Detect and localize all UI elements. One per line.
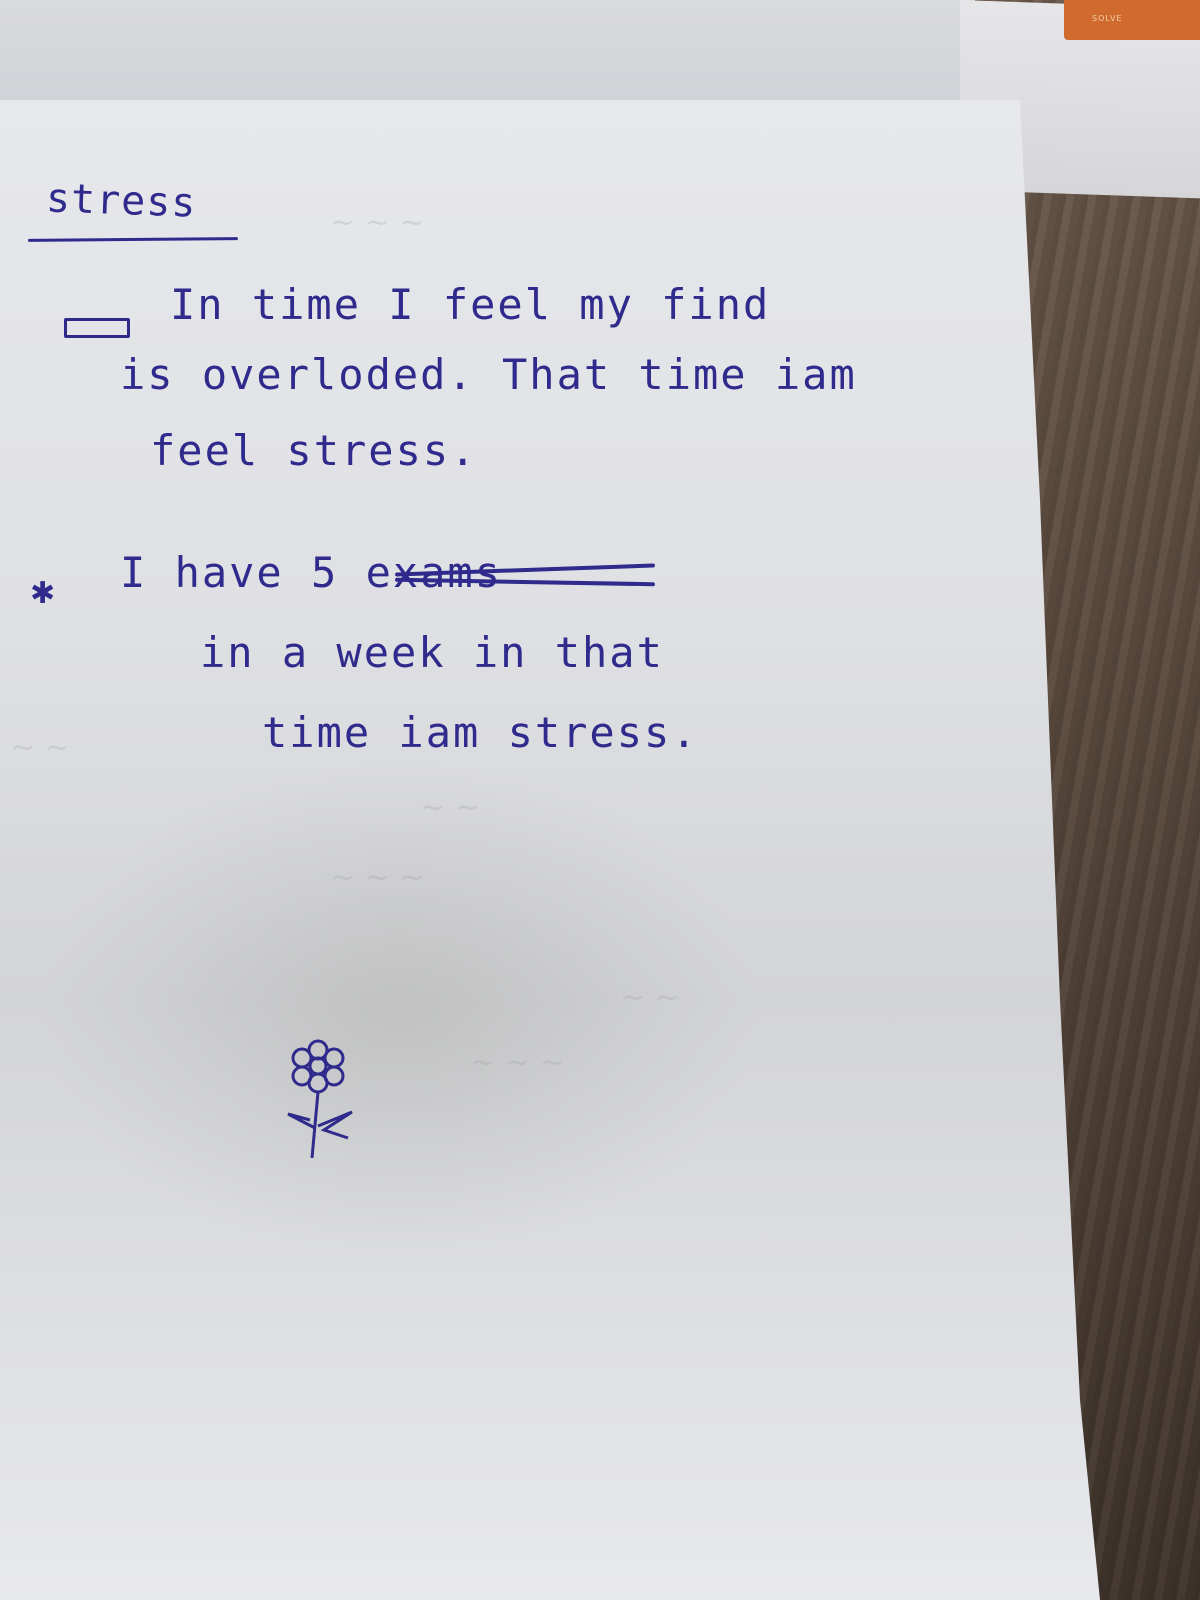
note-line-2: is overloded. That time iam xyxy=(120,350,857,399)
flower-doodle xyxy=(287,1039,353,1159)
bleed-through-mark: ~ ~ ~ xyxy=(330,205,425,240)
note-line-6: time iam stress. xyxy=(262,708,699,757)
note-line-3: feel stress. xyxy=(150,426,478,475)
bleed-through-mark: ~ ~ xyxy=(620,980,680,1015)
orange-tab-text: SOLVE xyxy=(1092,14,1123,23)
note-line-5: in a week in that xyxy=(200,628,664,677)
bleed-through-mark: ~ ~ ~ xyxy=(330,860,425,895)
bleed-through-mark: ~ ~ xyxy=(10,730,70,765)
bleed-through-mark: ~ ~ ~ xyxy=(470,1045,565,1080)
crossed-out-mark xyxy=(64,318,130,338)
note-line-1: In time I feel my find xyxy=(170,280,771,329)
bleed-through-mark: ~ ~ xyxy=(420,790,480,825)
asterisk-bullet: ✱ xyxy=(30,576,56,611)
note-title: stress xyxy=(45,175,198,227)
orange-book-corner: SOLVE xyxy=(1064,0,1200,40)
